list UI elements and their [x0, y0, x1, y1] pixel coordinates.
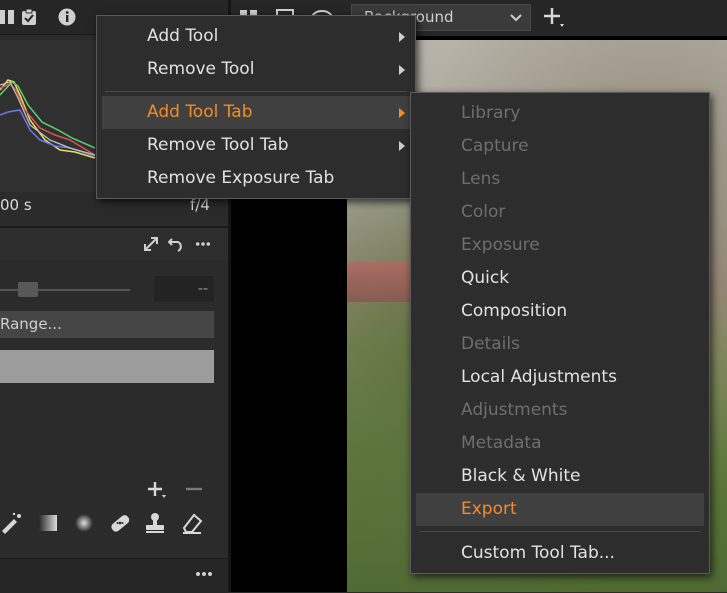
submenu-arrow-icon: [399, 141, 405, 151]
menu-item-remove-tool-tab[interactable]: Remove Tool Tab: [97, 129, 415, 162]
menu-item-add-tool-tab[interactable]: Add Tool Tab: [102, 96, 410, 129]
gradient-icon[interactable]: [36, 511, 60, 535]
submenu-item-label: Details: [461, 334, 520, 354]
submenu-item-composition[interactable]: Composition: [411, 295, 709, 328]
bottom-tool-header: [0, 558, 228, 593]
submenu-item-adjustments: Adjustments: [411, 394, 709, 427]
submenu-item-exposure: Exposure: [411, 229, 709, 262]
submenu-item-label: Metadata: [461, 433, 542, 453]
submenu-item-label: Export: [461, 499, 517, 519]
submenu-item-label: Lens: [461, 169, 501, 189]
brush-icon[interactable]: [0, 511, 24, 535]
submenu-item-label: Capture: [461, 136, 529, 156]
submenu-arrow-icon: [399, 65, 405, 75]
submenu-item-label: Exposure: [461, 235, 540, 255]
clipboard-check-icon[interactable]: [20, 8, 38, 26]
submenu-item-label: Custom Tool Tab...: [461, 543, 615, 563]
submenu-item-label: Adjustments: [461, 400, 568, 420]
submenu-item-label: Color: [461, 202, 506, 222]
submenu-item-custom-tool-tab[interactable]: Custom Tool Tab...: [411, 537, 709, 570]
submenu-item-export[interactable]: Export: [416, 493, 704, 526]
submenu-item-label: Library: [461, 103, 521, 123]
submenu-item-label: Quick: [461, 268, 510, 288]
menu-item-remove-exposure-tab[interactable]: Remove Exposure Tab: [97, 162, 415, 195]
value-field[interactable]: --: [154, 276, 214, 302]
more-icon[interactable]: [195, 569, 213, 579]
add-icon[interactable]: [542, 6, 566, 30]
context-menu: Add Tool Remove Tool Add Tool Tab Remove…: [96, 15, 416, 199]
menu-item-label: Add Tool: [147, 26, 219, 46]
stamp-icon[interactable]: [143, 511, 167, 535]
range-select[interactable]: Range...: [0, 311, 214, 338]
menu-item-label: Add Tool Tab: [147, 102, 253, 122]
expand-icon[interactable]: [143, 236, 159, 252]
submenu-item-lens: Lens: [411, 163, 709, 196]
menu-item-label: Remove Tool Tab: [147, 135, 289, 155]
more-icon[interactable]: [195, 236, 211, 252]
reset-icon[interactable]: [168, 236, 184, 252]
submenu-item-label: Black & White: [461, 466, 581, 486]
submenu-item-capture: Capture: [411, 130, 709, 163]
shutter-readout: 00 s: [0, 196, 32, 214]
submenu-item-black-white[interactable]: Black & White: [411, 460, 709, 493]
chevron-down-icon: [510, 14, 522, 22]
remove-layer-icon[interactable]: [184, 480, 204, 500]
mask-preview-bar[interactable]: [0, 350, 214, 383]
add-layer-icon[interactable]: [146, 480, 168, 500]
menu-item-remove-tool[interactable]: Remove Tool: [97, 53, 415, 86]
info-icon[interactable]: [58, 8, 76, 26]
submenu-item-local-adjustments[interactable]: Local Adjustments: [411, 361, 709, 394]
submenu-arrow-icon: [399, 108, 405, 118]
tool-tab-submenu: Library Capture Lens Color Exposure Quic…: [410, 92, 710, 574]
submenu-item-library: Library: [411, 97, 709, 130]
menu-item-add-tool[interactable]: Add Tool: [97, 20, 415, 53]
radial-icon[interactable]: [72, 511, 96, 535]
submenu-item-label: Local Adjustments: [461, 367, 617, 387]
submenu-item-color: Color: [411, 196, 709, 229]
heal-icon[interactable]: [108, 511, 132, 535]
menu-separator: [105, 91, 407, 92]
menu-separator: [419, 531, 701, 532]
submenu-item-label: Composition: [461, 301, 568, 321]
submenu-item-details: Details: [411, 328, 709, 361]
tool-header: [0, 228, 228, 260]
grid-icon[interactable]: [0, 8, 16, 26]
submenu-item-quick[interactable]: Quick: [411, 262, 709, 295]
submenu-arrow-icon: [399, 32, 405, 42]
menu-item-label: Remove Exposure Tab: [147, 168, 335, 188]
menu-item-label: Remove Tool: [147, 59, 255, 79]
slider-handle[interactable]: [18, 282, 38, 297]
eraser-icon[interactable]: [180, 511, 204, 535]
submenu-item-metadata: Metadata: [411, 427, 709, 460]
